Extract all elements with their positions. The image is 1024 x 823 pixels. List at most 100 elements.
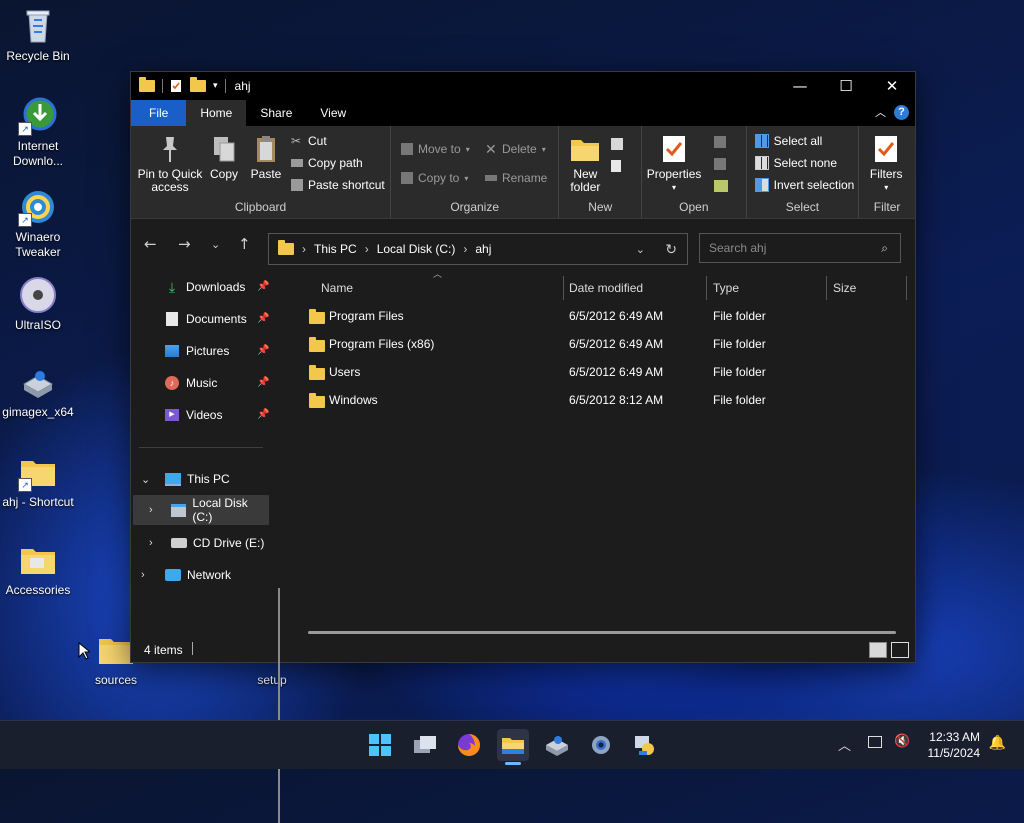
rename-button[interactable]: Rename (485, 171, 547, 185)
help-icon[interactable]: ? (894, 104, 909, 120)
recent-locations-chevron-icon[interactable]: ⌄ (211, 238, 220, 251)
invert-selection-button[interactable]: Invert selection (754, 178, 854, 192)
column-header-date-modified[interactable]: Date modified (569, 276, 643, 300)
chevron-down-icon[interactable]: ▾ (213, 81, 218, 91)
taskbar-gimagex[interactable] (541, 729, 573, 761)
desktop-icon-label: setup (257, 673, 287, 687)
table-row[interactable]: Program Files (x86) 6/5/2012 6:49 AM Fil… (307, 330, 907, 358)
chevron-right-icon[interactable]: › (149, 537, 159, 549)
desktop-icon-ahj-shortcut[interactable]: ↗ ahj - Shortcut (0, 452, 76, 510)
pin-icon[interactable]: 📌 (257, 377, 269, 388)
clock-time: 12:33 AM (929, 730, 980, 744)
details-view-icon[interactable] (869, 642, 887, 658)
pin-icon[interactable]: 📌 (257, 281, 269, 292)
new-item-icon[interactable] (611, 138, 624, 150)
address-bar[interactable]: › This PC › Local Disk (C:) › ahj ⌄ ↻ (268, 233, 688, 265)
pin-icon[interactable]: 📌 (257, 313, 269, 324)
search-input[interactable]: Search ahj ⌕ (699, 233, 901, 263)
start-button[interactable] (364, 729, 396, 761)
column-header-type[interactable]: Type (713, 276, 739, 300)
minimize-button[interactable]: — (777, 72, 823, 100)
taskbar-settings[interactable] (585, 729, 617, 761)
copy-button[interactable]: Copy (207, 134, 241, 181)
nav-item-network[interactable]: › Network (141, 561, 231, 589)
ribbon-group-select: Select all Select none Invert selection … (747, 126, 860, 218)
maximize-button[interactable]: ☐ (823, 72, 869, 100)
taskbar-firefox[interactable] (453, 729, 485, 761)
cut-button[interactable]: ✂ Cut (291, 134, 327, 148)
paste-shortcut-button[interactable]: Paste shortcut (291, 178, 385, 192)
tab-home[interactable]: Home (186, 100, 247, 126)
desktop-icon-label: Accessories (5, 583, 71, 597)
column-header-name[interactable]: Name (321, 276, 353, 300)
close-button[interactable]: ✕ (869, 72, 915, 100)
history-icon[interactable] (714, 180, 729, 192)
paste-button[interactable]: Paste (249, 134, 283, 181)
desktop-icon-setup[interactable]: setup (234, 673, 310, 688)
table-row[interactable]: Windows 6/5/2012 8:12 AM File folder (307, 386, 907, 414)
properties-quick-icon[interactable] (170, 79, 182, 93)
tab-view[interactable]: View (306, 100, 360, 126)
globe-download-icon: ↗ (18, 96, 58, 136)
new-folder-button[interactable]: New folder (563, 134, 607, 194)
taskbar-control-panel[interactable] (629, 729, 661, 761)
nav-item-cd-drive[interactable]: › CD Drive (E:) (149, 529, 264, 557)
back-arrow-icon[interactable]: ← (144, 235, 157, 253)
breadcrumb-ahj[interactable]: ahj (475, 242, 491, 256)
move-to-button[interactable]: Move to ▾ (401, 142, 470, 156)
up-arrow-icon[interactable]: ↑ (238, 235, 251, 253)
table-row[interactable]: Users 6/5/2012 6:49 AM File folder (307, 358, 907, 386)
volume-muted-icon[interactable]: 🔇 (894, 734, 910, 749)
desktop-icon-accessories[interactable]: Accessories (0, 540, 76, 598)
network-status-icon[interactable] (868, 736, 882, 748)
nav-item-videos[interactable]: ▶ Videos (164, 401, 222, 429)
tab-share[interactable]: Share (246, 100, 306, 126)
taskbar-file-explorer[interactable] (497, 729, 529, 765)
task-view-button[interactable] (409, 729, 441, 761)
select-none-button[interactable]: Select none (754, 156, 837, 170)
nav-item-downloads[interactable]: ⤓ Downloads (164, 273, 245, 301)
easy-access-icon[interactable] (611, 160, 622, 172)
pin-to-quick-access-button[interactable]: Pin to Quick access (137, 134, 203, 194)
tab-file[interactable]: File (131, 100, 187, 126)
nav-item-documents[interactable]: Documents (164, 305, 247, 333)
nav-item-music[interactable]: ♪ Music (164, 369, 217, 397)
pin-icon[interactable]: 📌 (257, 345, 269, 356)
notification-bell-icon[interactable]: 🔔 (989, 735, 1006, 751)
copy-to-button[interactable]: Copy to ▾ (401, 171, 468, 185)
chevron-right-icon[interactable]: › (149, 504, 159, 516)
properties-button[interactable]: Properties ▾ (646, 134, 702, 194)
desktop-icon-internet-download[interactable]: ↗ Internet Downlo... (0, 96, 76, 169)
new-folder-quick-icon[interactable] (190, 77, 206, 92)
chevron-right-icon[interactable]: › (141, 569, 151, 581)
nav-item-this-pc[interactable]: ⌄ This PC (141, 465, 230, 493)
open-icon[interactable] (714, 136, 727, 148)
address-dropdown-chevron-icon[interactable]: ⌄ (636, 243, 645, 256)
column-header-size[interactable]: Size (833, 276, 856, 300)
desktop-icon-recycle-bin[interactable]: Recycle Bin (0, 6, 76, 64)
forward-arrow-icon[interactable]: → (178, 235, 191, 253)
horizontal-scrollbar[interactable] (308, 631, 896, 634)
desktop-icon-winaero-tweaker[interactable]: ↗ Winaero Tweaker (0, 187, 76, 260)
nav-item-local-disk[interactable]: › Local Disk (C:) (133, 495, 269, 525)
delete-button[interactable]: ✕ Delete ▾ (485, 142, 546, 156)
copy-path-button[interactable]: Copy path (291, 156, 363, 170)
desktop-icon-gimagex[interactable]: gimagex_x64 (0, 362, 76, 420)
nav-pane-scrollbar[interactable] (278, 588, 280, 823)
large-icons-view-icon[interactable] (891, 642, 909, 658)
system-clock[interactable]: 12:33 AM 11/5/2024 (928, 729, 981, 761)
pin-icon[interactable]: 📌 (257, 409, 269, 420)
title-bar[interactable]: ▾ ahj — ☐ ✕ (131, 72, 915, 100)
select-all-button[interactable]: Select all (754, 134, 822, 148)
filters-button[interactable]: Filters ▾ (865, 134, 907, 194)
nav-item-pictures[interactable]: Pictures (164, 337, 229, 365)
show-hidden-icons-chevron-icon[interactable]: ︿ (838, 735, 851, 754)
desktop-icon-ultraiso[interactable]: UltraISO (0, 275, 76, 333)
edit-icon[interactable] (714, 158, 727, 170)
breadcrumb-local-disk[interactable]: Local Disk (C:) (377, 242, 456, 256)
breadcrumb-this-pc[interactable]: This PC (314, 242, 357, 256)
table-row[interactable]: Program Files 6/5/2012 6:49 AM File fold… (307, 302, 907, 330)
collapse-ribbon-icon[interactable]: ︿ (875, 104, 886, 120)
refresh-icon[interactable]: ↻ (665, 241, 677, 258)
chevron-down-icon[interactable]: ⌄ (141, 473, 153, 486)
